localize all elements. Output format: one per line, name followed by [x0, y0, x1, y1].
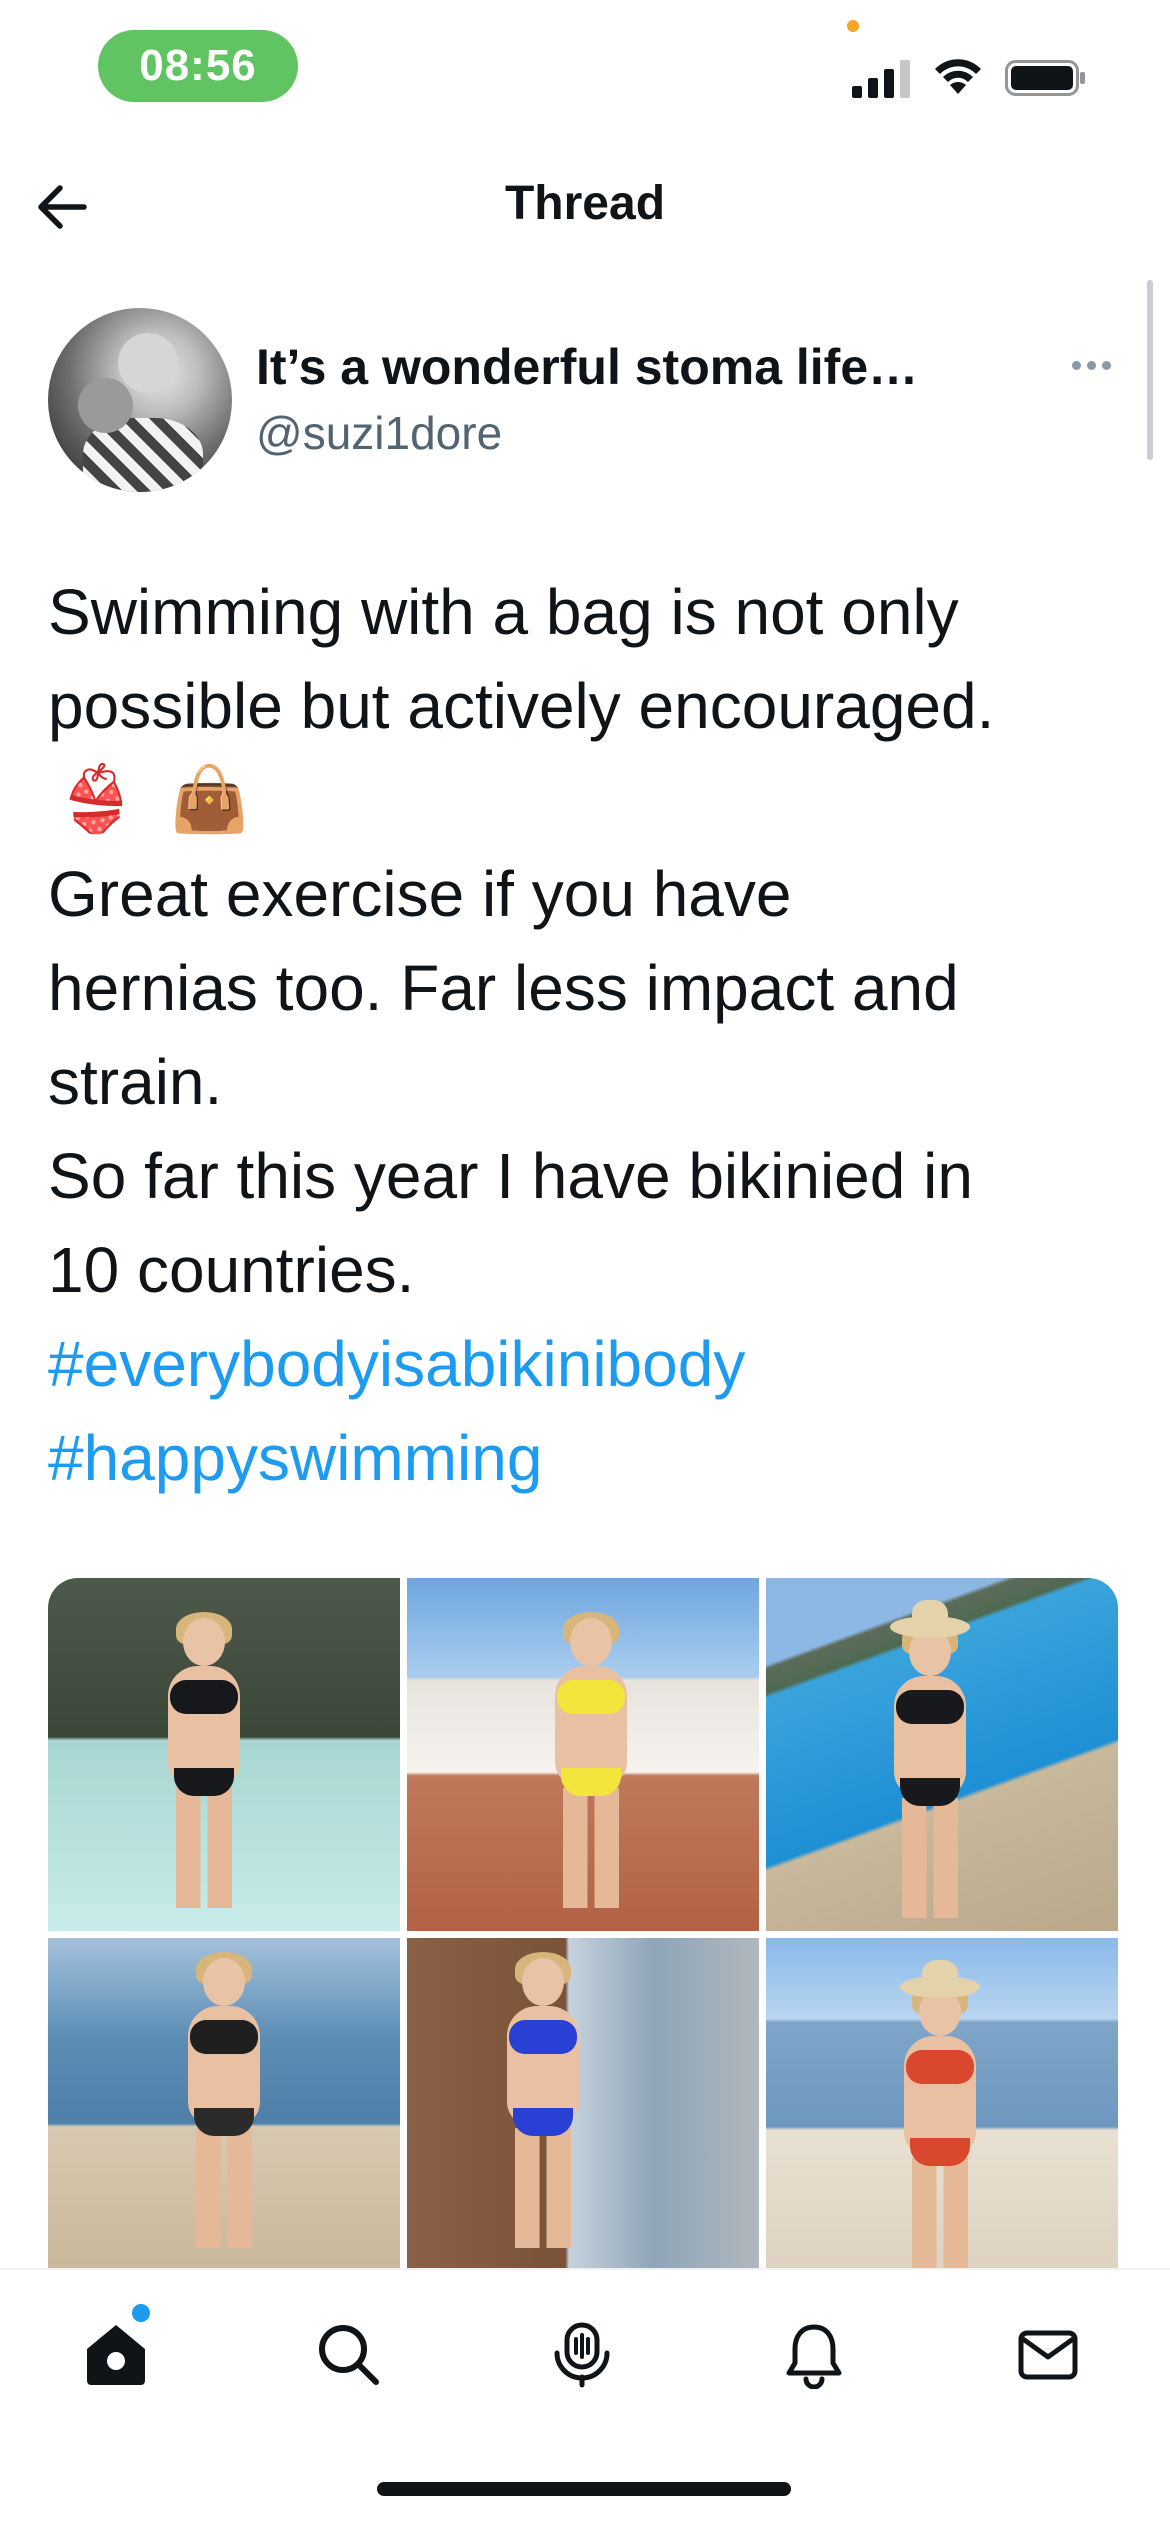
- tab-messages[interactable]: [1008, 2314, 1088, 2394]
- tweet-line: 10 countries.: [48, 1234, 415, 1306]
- hashtag-link[interactable]: #everybodyisabikinibody: [48, 1317, 1128, 1411]
- wifi-icon: [935, 59, 981, 94]
- home-icon: [87, 2325, 145, 2385]
- page-title: Thread: [504, 177, 666, 230]
- thread-header: Thread: [0, 150, 1170, 260]
- tab-search[interactable]: [308, 2314, 388, 2394]
- tab-home[interactable]: [76, 2314, 156, 2394]
- photo-grid: [48, 1578, 1118, 2268]
- envelope-icon: [1018, 2330, 1078, 2380]
- status-bar: 08:56: [0, 0, 1170, 140]
- scrollbar[interactable]: [1147, 280, 1153, 460]
- signal-icon: [852, 60, 910, 98]
- bikini-emoji: 👙: [56, 763, 136, 837]
- status-time: 08:56: [98, 30, 298, 102]
- tweet-photo[interactable]: [48, 1938, 400, 2268]
- tweet-text: Swimming with a bag is not only possible…: [48, 565, 1128, 1505]
- battery-icon: [1005, 60, 1085, 96]
- bell-icon: [786, 2324, 842, 2389]
- author-name[interactable]: It’s a wonderful stoma life…: [256, 338, 918, 396]
- author-handle[interactable]: @suzi1dore: [256, 406, 502, 460]
- tweet-line: So far this year I have bikinied in: [48, 1140, 973, 1212]
- more-dot-icon: [1101, 360, 1111, 370]
- tweet-line: Great exercise if you have: [48, 858, 792, 930]
- more-dot-icon: [1071, 360, 1081, 370]
- hashtag-link[interactable]: #happyswimming: [48, 1411, 1128, 1505]
- tweet-photo[interactable]: [48, 1578, 400, 1931]
- tweet-line: strain.: [48, 1046, 223, 1118]
- tab-spaces[interactable]: [542, 2314, 622, 2394]
- more-dot-icon: [1086, 360, 1096, 370]
- privacy-indicator-dot: [847, 20, 859, 32]
- tweet-line: hernias too. Far less impact and: [48, 952, 959, 1024]
- tab-notifications[interactable]: [774, 2314, 854, 2394]
- emoji-row: 👙 👜: [48, 753, 1128, 847]
- home-indicator[interactable]: [377, 2482, 791, 2496]
- notification-dot: [132, 2304, 150, 2322]
- tweet-photo[interactable]: [407, 1938, 759, 2268]
- spaces-icon: [554, 2322, 610, 2388]
- more-options-button[interactable]: [1066, 350, 1116, 380]
- tweet-line: Swimming with a bag is not only: [48, 576, 959, 648]
- avatar[interactable]: [48, 308, 232, 492]
- tweet-line: possible but actively encouraged.: [48, 670, 995, 742]
- search-icon: [319, 2325, 379, 2385]
- tweet-photo[interactable]: [407, 1578, 759, 1931]
- handbag-emoji: 👜: [169, 763, 250, 837]
- tweet-photo[interactable]: [766, 1938, 1118, 2268]
- tweet-photo[interactable]: [766, 1578, 1118, 1931]
